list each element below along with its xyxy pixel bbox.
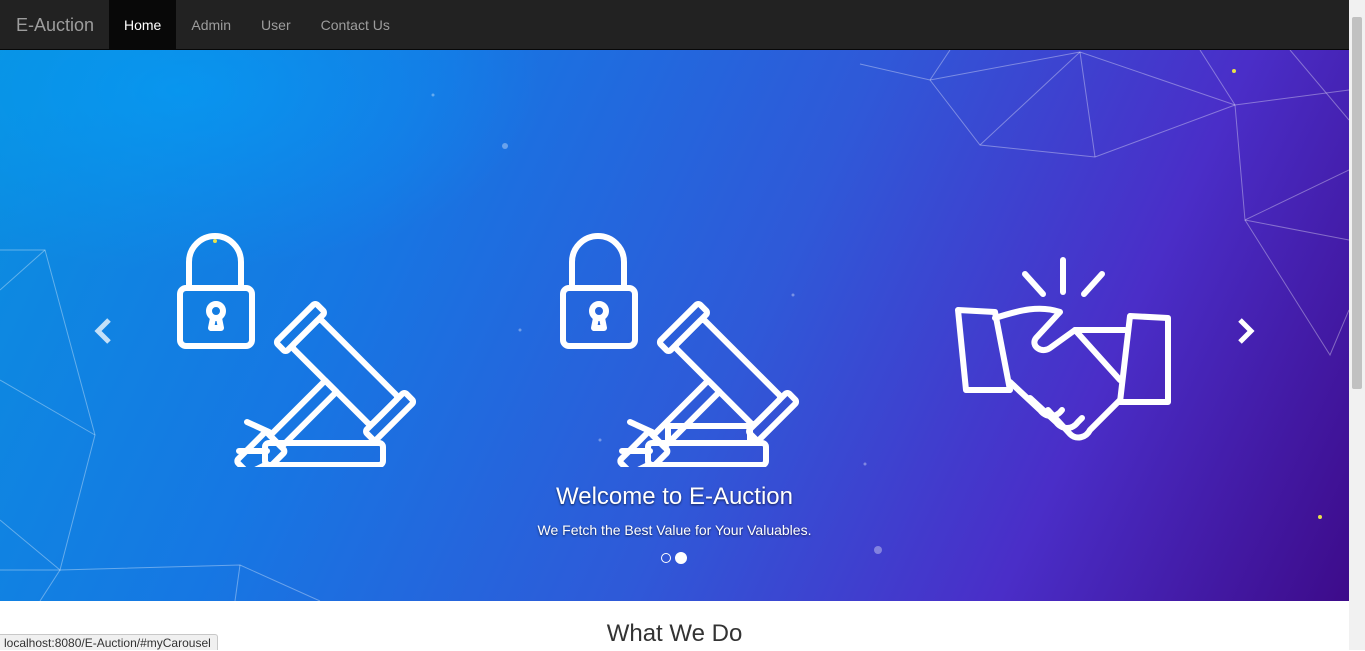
hero-carousel: Welcome to E-Auction We Fetch the Best V…: [0, 50, 1349, 601]
scrollbar-thumb[interactable]: [1352, 17, 1362, 389]
nav-menu: Home Admin User Contact Us: [109, 0, 405, 50]
nav-item-contact-us[interactable]: Contact Us: [306, 0, 405, 50]
handshake-icon: [955, 257, 1171, 441]
chevron-right-icon[interactable]: [1230, 316, 1260, 346]
browser-status-url: localhost:8080/E-Auction/#myCarousel: [0, 634, 218, 650]
nav-item-home[interactable]: Home: [109, 0, 177, 50]
carousel-caption-subtitle: We Fetch the Best Value for Your Valuabl…: [537, 522, 812, 538]
nav-item-admin[interactable]: Admin: [176, 0, 246, 50]
lock-gavel-icon: [560, 233, 800, 467]
nav-item-user[interactable]: User: [246, 0, 306, 50]
top-navbar: E-Auction Home Admin User Contact Us: [0, 0, 1349, 50]
brand-link[interactable]: E-Auction: [16, 0, 94, 50]
carousel-indicators: [661, 552, 687, 564]
carousel-caption-title: Welcome to E-Auction: [556, 483, 793, 510]
chevron-left-icon[interactable]: [89, 316, 119, 346]
carousel-indicator-2[interactable]: [675, 552, 687, 564]
lock-gavel-icon: [177, 233, 417, 467]
carousel-indicator-1[interactable]: [661, 553, 671, 563]
page-scrollbar[interactable]: [1349, 0, 1365, 650]
